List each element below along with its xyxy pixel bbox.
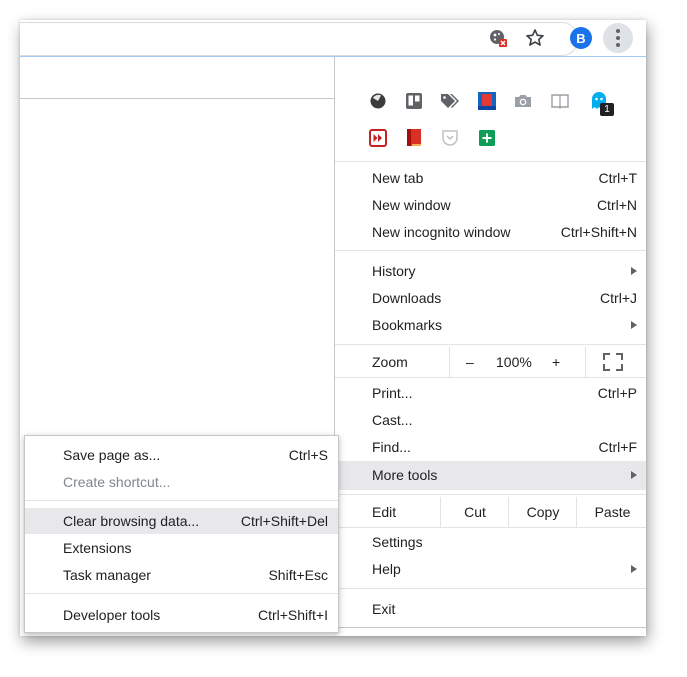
submenu-arrow-icon [631, 471, 637, 479]
menu-item-label: New window [372, 197, 451, 213]
color-ball-icon[interactable] [366, 89, 390, 113]
menu-item-label: Downloads [372, 290, 442, 306]
submenu-arrow-icon [631, 565, 637, 573]
menu-item-history[interactable]: History [335, 258, 646, 285]
submenu-item-label: Task manager [63, 567, 151, 583]
copy-button[interactable]: Copy [508, 497, 577, 527]
menu-item-shortcut: Ctrl+T [598, 170, 638, 186]
menu-item-new-tab[interactable]: New tab Ctrl+T [335, 165, 646, 192]
menu-separator [335, 344, 646, 345]
menu-item-find[interactable]: Find... Ctrl+F [335, 434, 646, 461]
menu-item-new-window[interactable]: New window Ctrl+N [335, 192, 646, 219]
menu-item-label: New tab [372, 170, 424, 186]
extension-row-1: 1 [335, 86, 646, 116]
submenu-item-shortcut: Ctrl+S [288, 447, 328, 463]
submenu-item-label: Clear browsing data... [63, 513, 200, 529]
add-icon[interactable] [475, 126, 499, 150]
menu-item-more-tools[interactable]: More tools [335, 461, 646, 490]
menu-item-exit[interactable]: Exit [335, 596, 646, 623]
cut-button[interactable]: Cut [440, 497, 509, 527]
menu-separator [335, 588, 646, 589]
trello-icon[interactable] [402, 89, 426, 113]
bookmark-manager-icon[interactable] [475, 89, 499, 113]
submenu-item-label: Developer tools [63, 607, 161, 623]
menu-separator [335, 161, 646, 162]
submenu-item-label: Create shortcut... [63, 474, 171, 490]
zoom-level: 100% [496, 354, 532, 370]
menu-item-label: Settings [372, 534, 423, 550]
submenu-separator [25, 593, 338, 594]
extension-badge: 1 [600, 103, 614, 116]
fullscreen-button[interactable] [585, 347, 646, 377]
menu-item-shortcut: Ctrl+P [597, 385, 637, 401]
menu-item-shortcut: Ctrl+Shift+N [560, 224, 637, 240]
menu-item-shortcut: Ctrl+N [596, 197, 637, 213]
zoom-in-button[interactable]: + [552, 347, 560, 377]
menu-item-label: Find... [372, 439, 411, 455]
camera-icon[interactable] [511, 89, 535, 113]
submenu-arrow-icon [631, 267, 637, 275]
menu-item-shortcut: Ctrl+F [598, 439, 638, 455]
submenu-arrow-icon [631, 321, 637, 329]
submenu-item-task-manager[interactable]: Task manager Shift+Esc [25, 562, 338, 588]
submenu-item-shortcut: Ctrl+Shift+I [257, 607, 328, 623]
zoom-out-button[interactable]: – [466, 347, 474, 377]
pocket-icon[interactable] [438, 126, 462, 150]
submenu-item-clear-browsing-data[interactable]: Clear browsing data... Ctrl+Shift+Del [25, 508, 338, 534]
menu-item-label: Print... [372, 385, 413, 401]
submenu-separator [25, 500, 338, 501]
tags-icon[interactable] [438, 89, 462, 113]
browser-window: B 1 New tab Ctrl+T New window Ctrl+N New… [20, 20, 646, 636]
menu-item-new-incognito-window[interactable]: New incognito window Ctrl+Shift+N [335, 219, 646, 246]
zoom-controls: – 100% + [449, 347, 586, 377]
menu-item-print[interactable]: Print... Ctrl+P [335, 380, 646, 407]
menu-item-label: History [372, 263, 416, 279]
reader-icon[interactable] [548, 89, 572, 113]
extension-row-2 [335, 123, 646, 153]
submenu-item-save-page[interactable]: Save page as... Ctrl+S [25, 442, 338, 468]
fast-forward-icon[interactable] [366, 126, 390, 150]
bookmark-star-icon[interactable] [523, 26, 547, 50]
zoom-row: Zoom – 100% + [335, 347, 646, 377]
zoom-label: Zoom [372, 354, 408, 370]
menu-separator [335, 250, 646, 251]
submenu-item-developer-tools[interactable]: Developer tools Ctrl+Shift+I [25, 602, 338, 628]
submenu-item-shortcut: Ctrl+Shift+Del [240, 513, 328, 529]
submenu-item-label: Extensions [63, 540, 132, 556]
page-content-divider [20, 98, 336, 99]
menu-separator [335, 527, 646, 528]
profile-avatar[interactable]: B [570, 27, 592, 49]
submenu-item-create-shortcut: Create shortcut... [25, 469, 338, 495]
menu-item-cast[interactable]: Cast... [335, 407, 646, 434]
menu-item-settings[interactable]: Settings [335, 529, 646, 556]
browser-toolbar: B [20, 20, 646, 56]
book-icon[interactable] [402, 126, 426, 150]
menu-item-bookmarks[interactable]: Bookmarks [335, 312, 646, 339]
menu-item-shortcut: Ctrl+J [600, 290, 637, 306]
menu-item-label: New incognito window [372, 224, 511, 240]
edit-row: Edit Cut Copy Paste [335, 497, 646, 527]
menu-item-label: Help [372, 561, 401, 577]
more-tools-submenu: Save page as... Ctrl+S Create shortcut..… [24, 435, 339, 633]
badge-count: 1 [604, 104, 610, 115]
menu-separator [335, 494, 646, 495]
menu-separator [335, 377, 646, 378]
menu-item-label: Exit [372, 601, 396, 617]
cookie-blocked-icon[interactable] [486, 26, 510, 50]
paste-button[interactable]: Paste [576, 497, 646, 527]
submenu-item-label: Save page as... [63, 447, 161, 463]
fullscreen-icon [603, 353, 623, 371]
menu-item-label: Cast... [372, 412, 413, 428]
submenu-item-shortcut: Shift+Esc [268, 567, 328, 583]
menu-item-help[interactable]: Help [335, 556, 646, 583]
edit-label: Edit [372, 504, 397, 520]
chrome-main-menu: 1 New tab Ctrl+T New window Ctrl+N New i… [334, 57, 646, 628]
avatar-letter: B [576, 30, 586, 46]
menu-item-label: More tools [372, 467, 438, 483]
more-vert-icon[interactable] [603, 23, 633, 53]
menu-item-downloads[interactable]: Downloads Ctrl+J [335, 285, 646, 312]
submenu-item-extensions[interactable]: Extensions [25, 535, 338, 561]
menu-item-label: Bookmarks [372, 317, 443, 333]
